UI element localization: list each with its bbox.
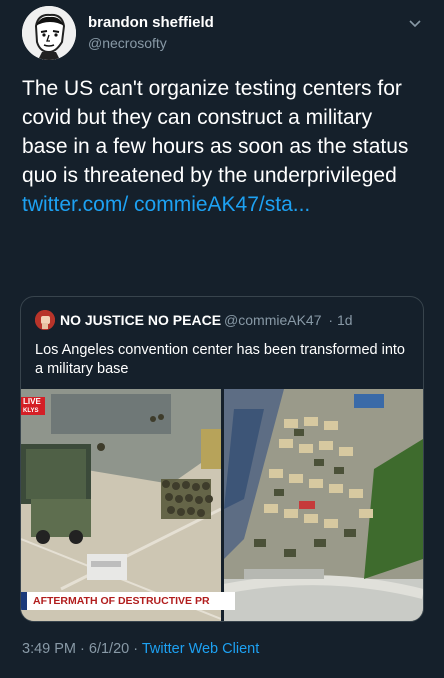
sketch-face-avatar-icon	[22, 6, 76, 60]
tweet-client[interactable]: Twitter Web Client	[142, 641, 259, 657]
tweet-link[interactable]: twitter.com/ commieAK47/sta...	[22, 193, 310, 216]
tweet-date[interactable]: · 6/1/20 ·	[80, 641, 138, 657]
quoted-timestamp: · 1d	[328, 312, 353, 328]
live-badge-label: LIVE	[23, 397, 41, 406]
author-name[interactable]: brandon sheffield	[88, 14, 214, 31]
quoted-author-avatar[interactable]	[35, 310, 55, 330]
live-badge: LIVE KLYS	[21, 397, 45, 415]
tweet-footer: 3:49 PM · 6/1/20 · Twitter Web Client	[22, 641, 259, 657]
author-avatar[interactable]	[22, 6, 76, 60]
media-image-aerial-view[interactable]	[224, 389, 423, 621]
quoted-media[interactable]: LIVE KLYS AFTERMATH OF DESTRUCTIVE PR	[21, 389, 423, 621]
tweet-header: brandon sheffield @necrosofty	[22, 6, 422, 68]
live-badge-sub: KLYS	[23, 408, 39, 414]
quoted-author-handle[interactable]: @commieAK47	[224, 312, 321, 328]
tweet-time[interactable]: 3:49 PM	[22, 641, 76, 657]
tweet-text: The US can't organize testing centers fo…	[22, 77, 409, 187]
author-handle[interactable]: @necrosofty	[88, 35, 167, 51]
aerial-view-image	[224, 389, 423, 621]
quoted-tweet[interactable]: NO JUSTICE NO PEACE @commieAK47 · 1d Los …	[20, 296, 424, 622]
quoted-author-name[interactable]: NO JUSTICE NO PEACE	[60, 312, 221, 328]
media-image-news-footage[interactable]: LIVE KLYS	[21, 389, 221, 621]
news-footage-image	[21, 389, 221, 621]
news-banner: AFTERMATH OF DESTRUCTIVE PR	[21, 592, 235, 610]
tweet-body: The US can't organize testing centers fo…	[22, 74, 422, 219]
quoted-tweet-header: NO JUSTICE NO PEACE @commieAK47 · 1d	[35, 310, 353, 330]
quoted-tweet-text: Los Angeles convention center has been t…	[35, 342, 405, 377]
chevron-down-icon[interactable]	[408, 16, 422, 30]
fist-avatar-icon	[35, 310, 55, 330]
